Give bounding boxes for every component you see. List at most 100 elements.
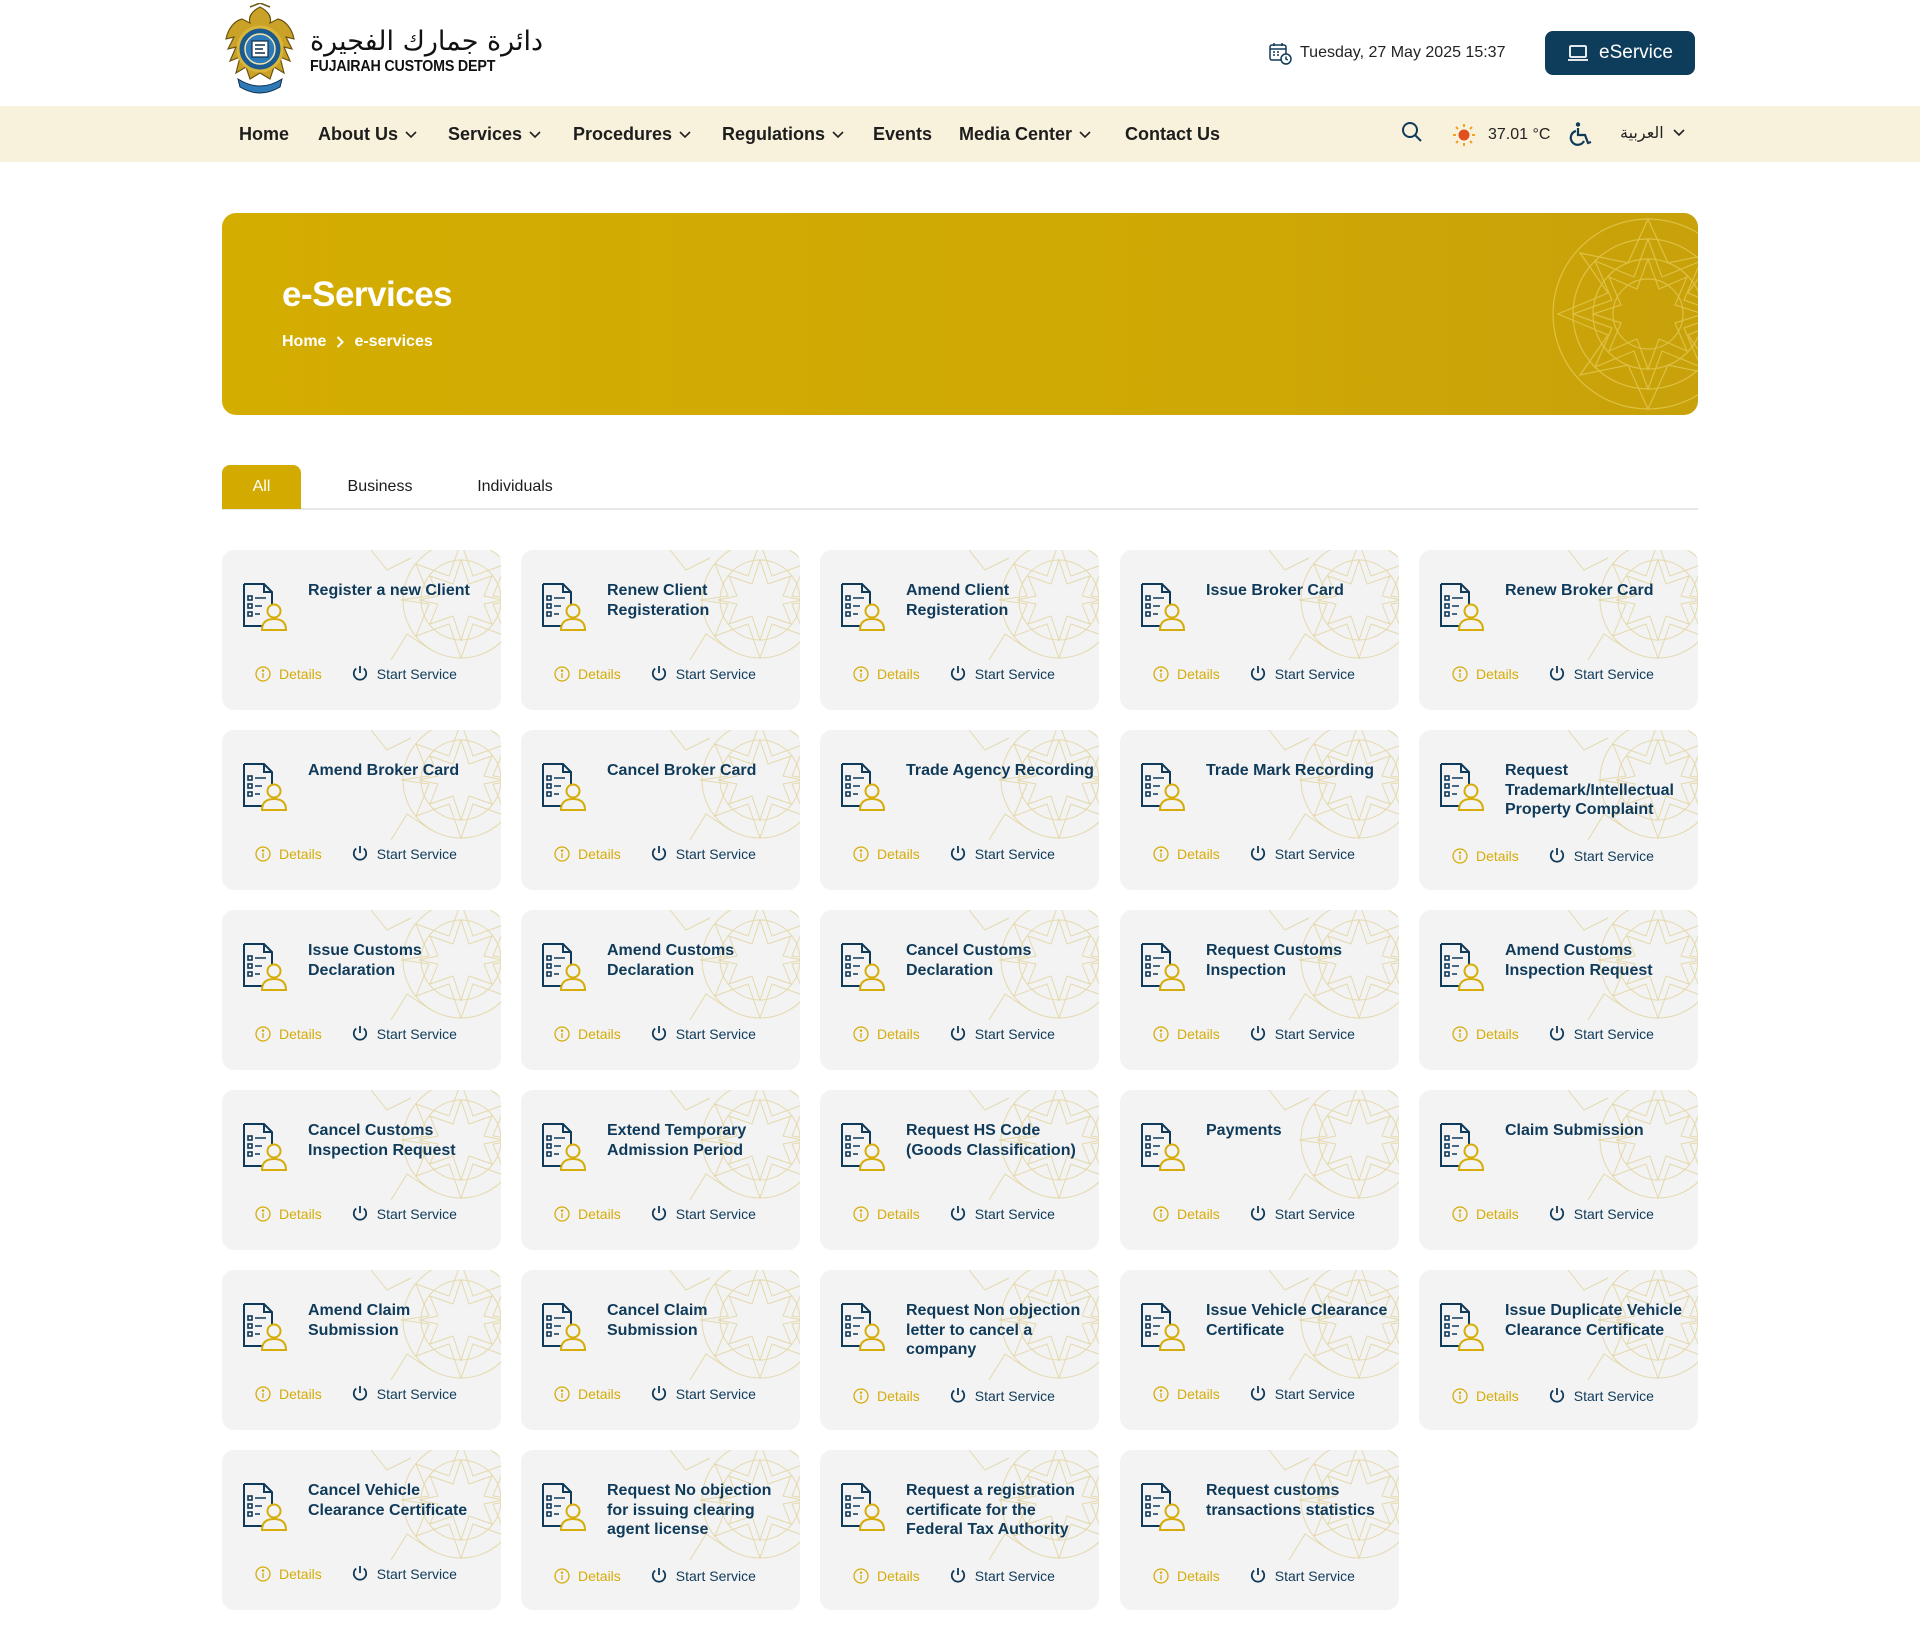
service-card[interactable]: Amend Customs Declaration Details Start Se… — [521, 910, 800, 1070]
service-card[interactable]: Amend Client Registeration Details Start S… — [820, 550, 1099, 710]
details-link[interactable]: Details — [1452, 666, 1519, 682]
site-logo[interactable]: دائرة جمارك الفجيرة FUJAIRAH CUSTOMS DEP… — [222, 3, 543, 99]
details-link[interactable]: Details — [853, 1206, 920, 1222]
service-card[interactable]: Cancel Broker Card Details Start Service — [521, 730, 800, 890]
details-link[interactable]: Details — [1452, 1026, 1519, 1042]
service-card[interactable]: Cancel Customs Declaration Details Start S… — [820, 910, 1099, 1070]
service-card[interactable]: Extend Temporary Admission Period Details… — [521, 1090, 800, 1250]
tab-all[interactable]: All — [222, 465, 301, 509]
nav-media-center[interactable]: Media Center — [959, 124, 1091, 145]
service-card[interactable]: Trade Mark Recording Details Start Service — [1120, 730, 1399, 890]
start-service-link[interactable]: Start Service — [651, 1567, 756, 1584]
details-link[interactable]: Details — [1153, 1568, 1220, 1584]
details-link[interactable]: Details — [1153, 1026, 1220, 1042]
start-service-link[interactable]: Start Service — [352, 845, 457, 862]
details-link[interactable]: Details — [1153, 846, 1220, 862]
details-link[interactable]: Details — [255, 1386, 322, 1402]
service-card[interactable]: Claim Submission Details Start Service — [1419, 1090, 1698, 1250]
nav-about-us[interactable]: About Us — [318, 124, 417, 145]
tab-individuals[interactable]: Individuals — [462, 465, 568, 509]
start-service-link[interactable]: Start Service — [1549, 1205, 1654, 1222]
service-card[interactable]: Request Trademark/Intellectual Property … — [1419, 730, 1698, 890]
start-service-link[interactable]: Start Service — [1250, 665, 1355, 682]
start-service-link[interactable]: Start Service — [651, 1025, 756, 1042]
nav-procedures[interactable]: Procedures — [573, 124, 691, 145]
service-card[interactable]: Issue Broker Card Details Start Service — [1120, 550, 1399, 710]
service-card[interactable]: Payments Details Start Service — [1120, 1090, 1399, 1250]
details-link[interactable]: Details — [554, 666, 621, 682]
start-service-link[interactable]: Start Service — [352, 1205, 457, 1222]
start-service-link[interactable]: Start Service — [651, 665, 756, 682]
start-service-link[interactable]: Start Service — [352, 1025, 457, 1042]
service-card[interactable]: Request No objection for issuing clearin… — [521, 1450, 800, 1610]
start-service-link[interactable]: Start Service — [1250, 1025, 1355, 1042]
details-link[interactable]: Details — [255, 846, 322, 862]
service-card[interactable]: Issue Duplicate Vehicle Clearance Certif… — [1419, 1270, 1698, 1430]
details-link[interactable]: Details — [1153, 666, 1220, 682]
breadcrumb-home[interactable]: Home — [282, 333, 326, 351]
details-link[interactable]: Details — [1153, 1386, 1220, 1402]
start-service-link[interactable]: Start Service — [950, 1025, 1055, 1042]
details-link[interactable]: Details — [853, 1026, 920, 1042]
start-service-link[interactable]: Start Service — [1549, 847, 1654, 864]
service-card[interactable]: Issue Vehicle Clearance Certificate Detai… — [1120, 1270, 1399, 1430]
search-button[interactable] — [1400, 120, 1424, 144]
service-card[interactable]: Amend Broker Card Details Start Service — [222, 730, 501, 890]
start-service-link[interactable]: Start Service — [1250, 845, 1355, 862]
details-link[interactable]: Details — [853, 846, 920, 862]
start-service-link[interactable]: Start Service — [1250, 1567, 1355, 1584]
start-service-link[interactable]: Start Service — [1549, 1025, 1654, 1042]
start-service-link[interactable]: Start Service — [352, 1565, 457, 1582]
service-card[interactable]: Request Customs Inspection Details Start S… — [1120, 910, 1399, 1070]
nav-home[interactable]: Home — [239, 124, 289, 145]
start-service-link[interactable]: Start Service — [651, 1385, 756, 1402]
start-service-link[interactable]: Start Service — [1250, 1205, 1355, 1222]
start-service-link[interactable]: Start Service — [651, 845, 756, 862]
service-card[interactable]: Amend Claim Submission Details Start Servi… — [222, 1270, 501, 1430]
service-card[interactable]: Issue Customs Declaration Details Start Se… — [222, 910, 501, 1070]
details-link[interactable]: Details — [1153, 1206, 1220, 1222]
nav-services[interactable]: Services — [448, 124, 541, 145]
service-card[interactable]: Cancel Customs Inspection Request Details… — [222, 1090, 501, 1250]
tab-business[interactable]: Business — [332, 465, 428, 509]
details-link[interactable]: Details — [853, 1388, 920, 1404]
details-link[interactable]: Details — [1452, 1388, 1519, 1404]
details-link[interactable]: Details — [1452, 1206, 1519, 1222]
nav-events[interactable]: Events — [873, 124, 932, 145]
service-card[interactable]: Trade Agency Recording Details Start Servi… — [820, 730, 1099, 890]
details-link[interactable]: Details — [255, 1566, 322, 1582]
start-service-link[interactable]: Start Service — [1549, 665, 1654, 682]
details-link[interactable]: Details — [853, 666, 920, 682]
start-service-link[interactable]: Start Service — [352, 1385, 457, 1402]
details-link[interactable]: Details — [554, 1386, 621, 1402]
details-link[interactable]: Details — [554, 846, 621, 862]
nav-regulations[interactable]: Regulations — [722, 124, 844, 145]
details-link[interactable]: Details — [255, 1206, 322, 1222]
service-card[interactable]: Renew Broker Card Details Start Service — [1419, 550, 1698, 710]
details-link[interactable]: Details — [554, 1026, 621, 1042]
language-switcher[interactable]: العربية — [1620, 123, 1685, 142]
start-service-link[interactable]: Start Service — [1250, 1385, 1355, 1402]
start-service-link[interactable]: Start Service — [950, 845, 1055, 862]
service-card[interactable]: Renew Client Registeration Details Start S… — [521, 550, 800, 710]
details-link[interactable]: Details — [853, 1568, 920, 1584]
service-card[interactable]: Cancel Vehicle Clearance Certificate Deta… — [222, 1450, 501, 1610]
service-card[interactable]: Request HS Code (Goods Classification) De… — [820, 1090, 1099, 1250]
details-link[interactable]: Details — [1452, 848, 1519, 864]
details-link[interactable]: Details — [255, 666, 322, 682]
start-service-link[interactable]: Start Service — [651, 1205, 756, 1222]
accessibility-button[interactable] — [1568, 121, 1594, 147]
service-card[interactable]: Register a new Client Details Start Servic… — [222, 550, 501, 710]
start-service-link[interactable]: Start Service — [950, 1387, 1055, 1404]
details-link[interactable]: Details — [255, 1026, 322, 1042]
start-service-link[interactable]: Start Service — [950, 1205, 1055, 1222]
service-card[interactable]: Request Non objection letter to cancel a… — [820, 1270, 1099, 1430]
details-link[interactable]: Details — [554, 1206, 621, 1222]
service-card[interactable]: Request customs transactions statistics D… — [1120, 1450, 1399, 1610]
service-card[interactable]: Cancel Claim Submission Details Start Serv… — [521, 1270, 800, 1430]
start-service-link[interactable]: Start Service — [950, 1567, 1055, 1584]
details-link[interactable]: Details — [554, 1568, 621, 1584]
start-service-link[interactable]: Start Service — [950, 665, 1055, 682]
start-service-link[interactable]: Start Service — [352, 665, 457, 682]
service-card[interactable]: Amend Customs Inspection Request Details S… — [1419, 910, 1698, 1070]
